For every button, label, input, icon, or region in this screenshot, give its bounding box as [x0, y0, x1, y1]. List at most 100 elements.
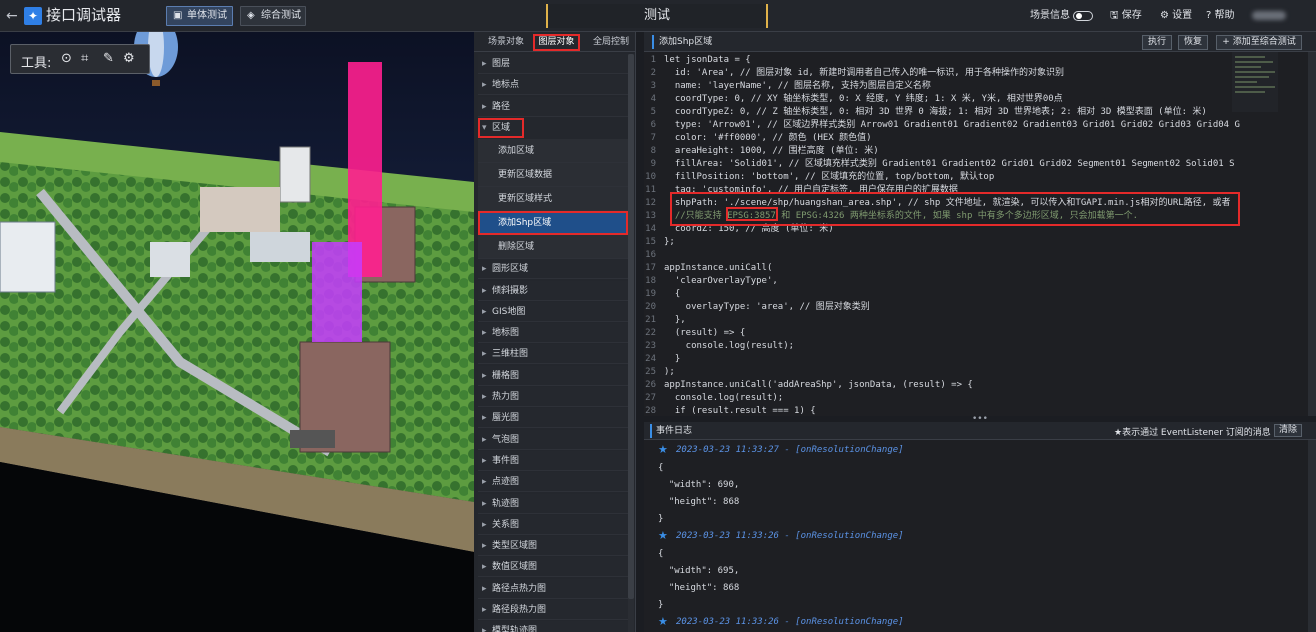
menu-item[interactable]: 轨迹图	[478, 493, 628, 514]
log-line: {	[658, 549, 664, 559]
menu-item[interactable]: 删除区域	[478, 235, 628, 260]
app-title: 接口调试器	[46, 6, 122, 24]
star-icon: ★	[658, 615, 668, 628]
menu-item[interactable]: 地标图	[478, 323, 628, 344]
combo-test-icon: ◈	[247, 10, 255, 21]
help-icon: ?	[1206, 10, 1212, 21]
log-scrollbar[interactable]	[1308, 440, 1316, 632]
reset-button[interactable]: 恢复	[1178, 35, 1208, 50]
code-scrollbar[interactable]	[1308, 52, 1316, 416]
log-line: "width": 690,	[658, 480, 740, 490]
code-editor[interactable]: 1 2 3 4 5 6 7 8 9 10 11 12 13 14 15 16 17 18 19 20 21 22 23 24 2…	[644, 52, 1316, 416]
unit-test-label: 单体测试	[187, 10, 227, 21]
code-line: fillPosition: 'bottom', // 区域填充的位置, top/…	[664, 172, 995, 182]
line-number: 18	[645, 276, 656, 286]
code-line: appInstance.uniCall(	[664, 263, 773, 273]
line-number: 14	[645, 224, 656, 234]
line-number: 7	[650, 133, 656, 143]
line-number: 26	[645, 380, 656, 390]
settings-button[interactable]: ⚙ 设置	[1160, 9, 1192, 23]
toolbar-label: 工具:	[21, 56, 52, 71]
save-button[interactable]: 🖫 保存	[1110, 9, 1142, 23]
pencil-icon[interactable]: ✎	[103, 51, 114, 66]
back-arrow-icon[interactable]: ←	[6, 8, 20, 24]
menu-item[interactable]: 添加区域	[478, 139, 628, 164]
menu-item[interactable]: 路径段热力图	[478, 600, 628, 620]
add-to-combo-button[interactable]: + 添加至综合测试	[1216, 35, 1302, 50]
menu-item[interactable]: 三维柱图	[478, 344, 628, 365]
line-number: 1	[650, 55, 656, 65]
menu-item[interactable]: 关系图	[478, 514, 628, 535]
menu-item[interactable]: 模型轨迹图	[478, 621, 628, 632]
menu-item[interactable]: 数值区域图	[478, 557, 628, 578]
center-title: 测试	[643, 8, 670, 23]
combo-test-button[interactable]: ◈ 综合测试	[240, 6, 306, 26]
menu-item[interactable]: 更新区域样式	[478, 187, 628, 212]
user-avatar[interactable]	[1252, 11, 1286, 20]
menu-item[interactable]: 图层	[478, 54, 628, 74]
code-line: areaHeight: 1000, // 围栏高度 (单位: 米)	[664, 146, 879, 156]
menu-item[interactable]: 添加Shp区域	[478, 211, 628, 236]
scene-viewport[interactable]: 工具: ⊙ ⌗ ✎ ⚙	[0, 32, 474, 632]
menu-item[interactable]: 蜃光图	[478, 408, 628, 429]
code-line: name: 'layerName', // 图层名称, 支持为图层自定义名称	[664, 81, 931, 91]
execute-button[interactable]: 执行	[1142, 35, 1172, 50]
unit-test-button[interactable]: ▣ 单体测试	[166, 6, 233, 26]
line-number: 25	[645, 367, 656, 377]
unit-test-icon: ▣	[173, 10, 183, 21]
line-number: 4	[650, 94, 656, 104]
log-event-header: 2023-03-23 11:33:27 - [onResolutionChang…	[676, 445, 904, 455]
code-minimap[interactable]	[1232, 52, 1278, 112]
area-column-purple	[312, 242, 362, 342]
menu-item[interactable]: 路径	[478, 96, 628, 117]
menu-tabs: 场景对象 图层对象 全局控制	[474, 32, 636, 52]
menu-item[interactable]: 栅格图	[478, 365, 628, 386]
tab-scene-object[interactable]: 场景对象	[488, 35, 524, 49]
event-log[interactable]: ★ 2023-03-23 11:33:27 - [onResolutionChan…	[644, 440, 1316, 632]
log-event-header: 2023-03-23 11:33:26 - [onResolutionChang…	[676, 617, 904, 627]
code-line: },	[664, 315, 686, 325]
frame-select-icon[interactable]: ⌗	[81, 51, 88, 66]
line-number: 3	[650, 81, 656, 91]
code-header: 添加Shp区域 执行 恢复 + 添加至综合测试	[644, 32, 1316, 52]
help-button[interactable]: ? 帮助	[1206, 9, 1235, 23]
menu-item[interactable]: 气泡图	[478, 429, 628, 450]
line-number: 13	[645, 211, 656, 221]
menu-item[interactable]: 地标点	[478, 75, 628, 96]
code-line: id: 'Area', // 图层对象 id, 新建时调用者自己传入的唯一标识,…	[664, 68, 1065, 78]
code-line: };	[664, 237, 675, 247]
gear-icon[interactable]: ⚙	[123, 51, 135, 66]
code-line: appInstance.uniCall('addAreaShp', jsonDa…	[664, 380, 973, 390]
scene-info-toggle[interactable]	[1073, 11, 1093, 21]
line-number: 27	[645, 393, 656, 403]
tab-global-control[interactable]: 全局控制	[593, 35, 629, 49]
top-bar: ← ✦ 接口调试器 ▣ 单体测试 ◈ 综合测试 测试 场景信息 🖫 保存 ⚙ 设置 …	[0, 0, 1316, 32]
log-line: }	[658, 514, 664, 524]
menu-item[interactable]: 更新区域数据	[478, 163, 628, 188]
menu-item[interactable]: 倾斜摄影	[478, 280, 628, 301]
code-line: console.log(result);	[664, 341, 795, 351]
line-number: 21	[645, 315, 656, 325]
menu-item[interactable]: 区域	[478, 117, 524, 138]
line-number: 15	[645, 237, 656, 247]
menu-scrollbar[interactable]	[628, 54, 634, 599]
line-number: 2	[650, 68, 656, 78]
menu-item[interactable]: 圆形区域	[478, 259, 628, 280]
add-to-combo-label: 添加至综合测试	[1232, 37, 1296, 47]
menu-item[interactable]: 点迹图	[478, 472, 628, 493]
save-icon: 🖫	[1110, 10, 1119, 21]
star-icon: ★	[658, 529, 668, 542]
log-line: "width": 695,	[658, 566, 740, 576]
code-line: if (result.result === 1) {	[664, 406, 816, 416]
tab-layer-object[interactable]: 图层对象	[533, 34, 580, 51]
menu-item[interactable]: 热力图	[478, 387, 628, 407]
menu-item[interactable]: 类型区域图	[478, 536, 628, 557]
code-line: console.log(result);	[664, 393, 784, 403]
menu-item[interactable]: 路径点热力图	[478, 578, 628, 599]
menu-item[interactable]: 事件图	[478, 450, 628, 471]
clear-log-button[interactable]: 清除	[1274, 424, 1302, 437]
locate-icon[interactable]: ⊙	[61, 51, 72, 66]
code-line: overlayType: 'area', // 图层对象类别	[664, 302, 870, 312]
menu-item[interactable]: GIS地图	[478, 301, 628, 322]
city-scene	[0, 32, 474, 632]
